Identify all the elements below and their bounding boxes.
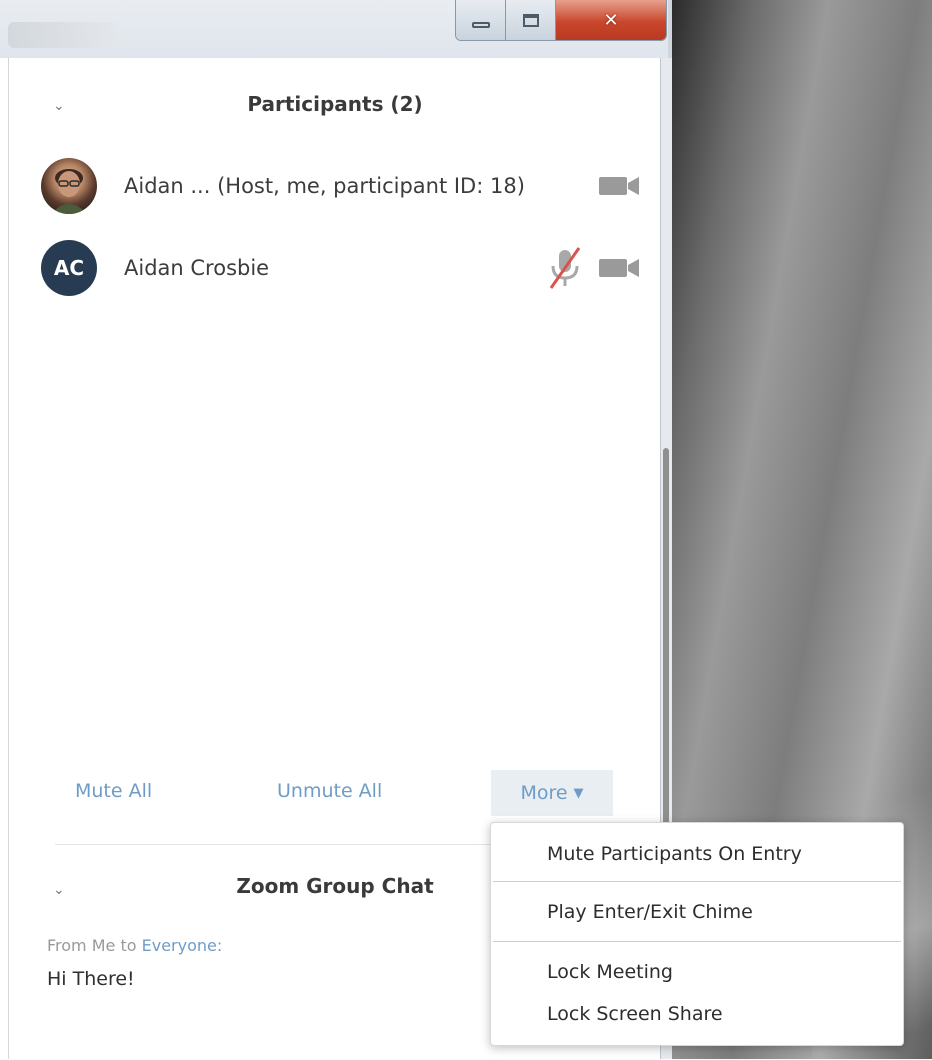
avatar-photo-icon xyxy=(51,169,87,214)
minimize-icon xyxy=(471,22,490,28)
participant-row[interactable]: Aidan ... (Host, me, participant ID: 18) xyxy=(9,158,661,218)
participants-header: ⌄ Participants (2) xyxy=(9,86,661,126)
menu-item-enter-exit-chime[interactable]: Play Enter/Exit Chime xyxy=(547,901,753,923)
unmute-all-button[interactable]: Unmute All xyxy=(277,780,382,802)
more-label: More xyxy=(520,782,568,804)
scrollbar[interactable] xyxy=(663,448,669,848)
menu-separator xyxy=(493,941,901,942)
avatar xyxy=(41,158,97,214)
participant-row[interactable]: AC Aidan Crosbie xyxy=(9,240,661,300)
menu-separator xyxy=(493,881,901,882)
more-button[interactable]: More ▼ xyxy=(491,770,613,816)
participants-title: Participants (2) xyxy=(247,92,423,116)
chat-from-label: From Me to xyxy=(47,936,142,955)
participant-name: Aidan ... (Host, me, participant ID: 18) xyxy=(124,174,525,198)
divider xyxy=(55,844,525,845)
participant-name: Aidan Crosbie xyxy=(124,256,270,280)
video-off-icon[interactable] xyxy=(599,174,643,198)
title-bar-blurred-area xyxy=(8,22,118,48)
maximize-icon xyxy=(522,13,539,27)
more-dropdown-menu: Mute Participants On Entry Play Enter/Ex… xyxy=(490,822,904,1046)
avatar: AC xyxy=(41,240,97,296)
minimize-button[interactable] xyxy=(456,0,506,40)
window-controls: ✕ xyxy=(455,0,667,41)
chat-message-text: Hi There! xyxy=(47,968,135,990)
title-bar[interactable]: ✕ xyxy=(0,0,672,58)
menu-item-mute-on-entry[interactable]: Mute Participants On Entry xyxy=(547,843,802,865)
menu-item-lock-meeting[interactable]: Lock Meeting xyxy=(547,961,673,983)
mic-muted-icon[interactable] xyxy=(547,246,583,290)
close-icon: ✕ xyxy=(603,9,619,31)
chat-message-meta: From Me to Everyone: xyxy=(47,936,222,955)
menu-item-lock-screen-share[interactable]: Lock Screen Share xyxy=(547,1003,723,1025)
participants-actions: Mute All Unmute All More ▼ xyxy=(9,770,661,820)
chat-recipient-link[interactable]: Everyone: xyxy=(142,936,223,955)
mute-all-button[interactable]: Mute All xyxy=(75,780,152,802)
maximize-button[interactable] xyxy=(506,0,556,40)
close-button[interactable]: ✕ xyxy=(556,0,666,40)
chevron-down-icon: ▼ xyxy=(573,785,584,801)
video-off-icon[interactable] xyxy=(599,256,643,280)
